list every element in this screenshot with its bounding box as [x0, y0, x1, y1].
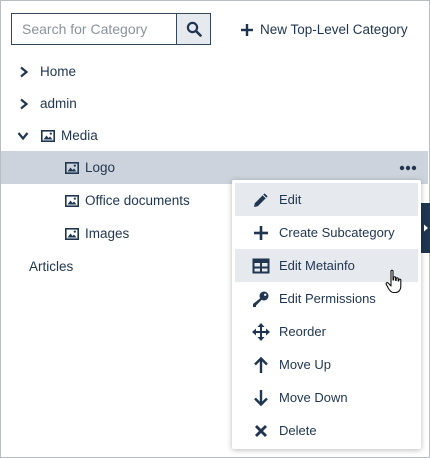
- search-icon: [186, 21, 202, 37]
- search-input[interactable]: [11, 13, 176, 45]
- caret-right-icon: [423, 224, 428, 232]
- menu-item-label: Edit: [279, 192, 302, 207]
- menu-item-create-subcategory[interactable]: Create Subcategory: [235, 216, 418, 249]
- menu-item-label: Move Down: [279, 390, 348, 405]
- menu-item-edit[interactable]: Edit: [235, 183, 418, 216]
- more-options-button[interactable]: [397, 158, 419, 178]
- menu-item-label: Edit Metainfo: [279, 258, 355, 273]
- chevron-right-icon[interactable]: [17, 97, 31, 111]
- new-top-level-category-button[interactable]: New Top-Level Category: [240, 22, 408, 37]
- menu-item-label: Reorder: [279, 324, 326, 339]
- move-arrows-icon: [251, 322, 271, 342]
- image-icon: [41, 129, 55, 142]
- ellipsis-icon: [399, 165, 417, 171]
- tree-item-label: Logo: [85, 160, 116, 175]
- image-icon: [65, 227, 79, 240]
- table-icon: [251, 256, 271, 276]
- new-top-level-category-label: New Top-Level Category: [260, 22, 408, 37]
- tree-item-home[interactable]: Home: [1, 55, 428, 88]
- menu-item-reorder[interactable]: Reorder: [235, 315, 418, 348]
- tree-item-label: Office documents: [85, 193, 190, 208]
- menu-item-label: Edit Permissions: [279, 291, 376, 306]
- key-icon: [251, 289, 271, 309]
- pencil-icon: [251, 190, 271, 210]
- tree-item-label: Home: [40, 64, 77, 79]
- menu-item-move-down[interactable]: Move Down: [235, 381, 418, 414]
- chevron-down-icon[interactable]: [16, 129, 30, 143]
- menu-item-label: Delete: [279, 423, 317, 438]
- search-button[interactable]: [176, 13, 211, 45]
- x-icon: [251, 421, 271, 441]
- menu-item-delete[interactable]: Delete: [235, 414, 418, 447]
- hand-pointer-cursor-icon: [385, 269, 402, 294]
- tree-item-label: Articles: [29, 259, 74, 274]
- search-box: [11, 13, 211, 45]
- plus-icon: [251, 223, 271, 243]
- tree-item-media[interactable]: Media: [1, 119, 428, 152]
- menu-item-label: Move Up: [279, 357, 332, 372]
- context-menu: Edit Create Subcategory Edit Metainfo Ed…: [232, 180, 421, 449]
- arrow-up-icon: [251, 355, 271, 375]
- image-icon: [65, 194, 79, 207]
- tree-item-label: admin: [40, 96, 77, 111]
- chevron-right-icon[interactable]: [17, 65, 31, 79]
- tree-item-label: Media: [61, 128, 98, 143]
- arrow-down-icon: [251, 388, 271, 408]
- menu-item-move-up[interactable]: Move Up: [235, 348, 418, 381]
- tree-item-admin[interactable]: admin: [1, 87, 428, 120]
- tree-item-label: Images: [85, 226, 130, 241]
- plus-icon: [241, 23, 253, 36]
- menu-item-label: Create Subcategory: [279, 225, 395, 240]
- image-icon: [65, 161, 79, 174]
- side-panel-toggle[interactable]: [421, 203, 430, 253]
